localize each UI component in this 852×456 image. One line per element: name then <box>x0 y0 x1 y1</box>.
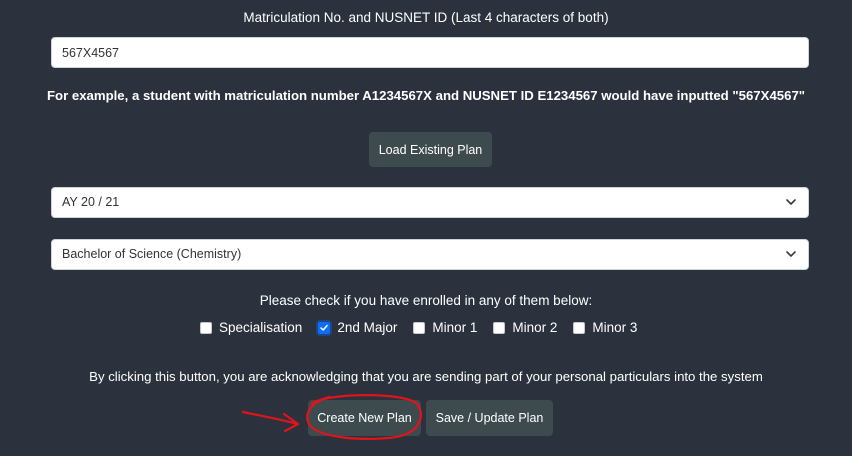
degree-select[interactable]: Bachelor of Science (Chemistry) <box>51 239 809 270</box>
chevron-down-icon <box>786 251 796 257</box>
save-update-plan-button[interactable]: Save / Update Plan <box>426 400 553 436</box>
enrollment-label: Please check if you have enrolled in any… <box>259 293 593 308</box>
checkbox-minor-2[interactable]: Minor 2 <box>493 320 557 335</box>
enrollment-checkboxes: Specialisation 2nd Major Minor 1 Minor 2… <box>200 320 653 335</box>
matric-input[interactable] <box>51 37 809 68</box>
checkbox-box[interactable] <box>493 321 506 334</box>
create-new-plan-button[interactable]: Create New Plan <box>308 400 421 436</box>
checkbox-box[interactable] <box>573 321 586 334</box>
checkbox-box[interactable] <box>413 321 426 334</box>
checkbox-box-checked[interactable] <box>318 321 331 334</box>
checkbox-label: Minor 1 <box>432 320 478 335</box>
checkbox-label: Minor 2 <box>512 320 558 335</box>
hand-drawn-annotation <box>241 394 422 440</box>
checkbox-box[interactable] <box>200 321 212 334</box>
example-text: For example, a student with matriculatio… <box>46 88 806 103</box>
checkbox-2nd-major[interactable]: 2nd Major <box>318 320 397 335</box>
checkbox-label: Minor 3 <box>592 320 638 335</box>
checkbox-label: Specialisation <box>219 320 303 335</box>
checkbox-minor-1[interactable]: Minor 1 <box>413 320 477 335</box>
checkbox-minor-3[interactable]: Minor 3 <box>573 320 637 335</box>
acknowledgement-text: By clicking this button, you are acknowl… <box>89 369 763 384</box>
checkbox-label: 2nd Major <box>337 320 398 335</box>
matric-label: Matriculation No. and NUSNET ID (Last 4 … <box>243 10 609 25</box>
checkmark-icon <box>320 324 329 331</box>
arrow-icon <box>241 410 300 433</box>
checkbox-specialisation[interactable]: Specialisation <box>200 320 302 335</box>
academic-year-value: AY 20 / 21 <box>62 195 120 209</box>
load-existing-plan-button[interactable]: Load Existing Plan <box>369 132 492 167</box>
chevron-down-icon <box>786 199 796 205</box>
academic-year-select[interactable]: AY 20 / 21 <box>51 187 809 218</box>
degree-value: Bachelor of Science (Chemistry) <box>62 247 242 261</box>
